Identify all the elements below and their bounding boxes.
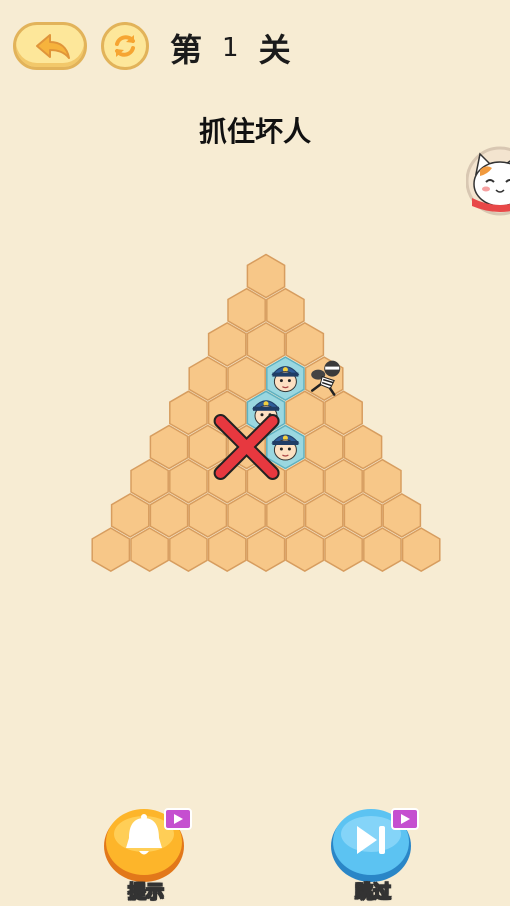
hex-tile[interactable] xyxy=(169,458,208,504)
hex-tile[interactable] xyxy=(324,390,363,436)
hex-tile[interactable] xyxy=(304,493,344,538)
hex-tile[interactable] xyxy=(227,493,266,538)
hex-tile[interactable] xyxy=(363,458,402,504)
hint-label: 提示 xyxy=(128,882,165,904)
hex-tile[interactable] xyxy=(246,253,286,299)
hex-tile[interactable] xyxy=(285,390,325,436)
police-icon xyxy=(271,434,300,461)
hex-tile[interactable] xyxy=(169,527,208,572)
hex-tile[interactable] xyxy=(246,322,286,367)
hex-tile[interactable] xyxy=(188,493,228,538)
hex-tile[interactable] xyxy=(324,458,363,504)
hex-tile[interactable] xyxy=(207,322,247,367)
skip-label: 跳过 xyxy=(355,882,392,904)
police-icon xyxy=(271,366,300,393)
hex-tile[interactable] xyxy=(266,287,305,333)
hex-tile[interactable] xyxy=(188,424,228,470)
hex-tile[interactable] xyxy=(343,424,383,470)
hint-button[interactable]: 提示 xyxy=(104,806,192,904)
hex-tile[interactable] xyxy=(91,527,131,572)
hex-tile[interactable] xyxy=(382,493,422,538)
hex-tile[interactable] xyxy=(304,424,344,470)
hex-tile[interactable] xyxy=(285,458,325,504)
hex-tile[interactable] xyxy=(188,356,228,401)
video-ad-icon xyxy=(164,808,192,830)
hex-tile[interactable] xyxy=(343,493,383,538)
hex-tile[interactable] xyxy=(130,458,169,504)
hex-tile[interactable] xyxy=(246,527,286,572)
hex-tile[interactable] xyxy=(149,424,189,470)
hex-tile[interactable] xyxy=(266,493,305,538)
hex-tile[interactable] xyxy=(285,527,325,572)
skip-button[interactable]: 跳过 xyxy=(331,806,419,904)
hex-tile[interactable] xyxy=(285,322,325,367)
hex-tile[interactable] xyxy=(110,493,150,538)
hex-tile[interactable] xyxy=(227,287,266,333)
hex-tile[interactable] xyxy=(207,527,247,572)
hex-board xyxy=(91,253,441,572)
hex-tile[interactable] xyxy=(401,527,441,572)
hex-tile[interactable] xyxy=(130,527,169,572)
hex-tile[interactable] xyxy=(149,493,189,538)
hex-tile[interactable] xyxy=(363,527,402,572)
hex-tile[interactable] xyxy=(324,527,363,572)
hex-tile[interactable] xyxy=(227,356,266,401)
video-ad-icon xyxy=(391,808,419,830)
hex-tile[interactable] xyxy=(169,390,208,436)
